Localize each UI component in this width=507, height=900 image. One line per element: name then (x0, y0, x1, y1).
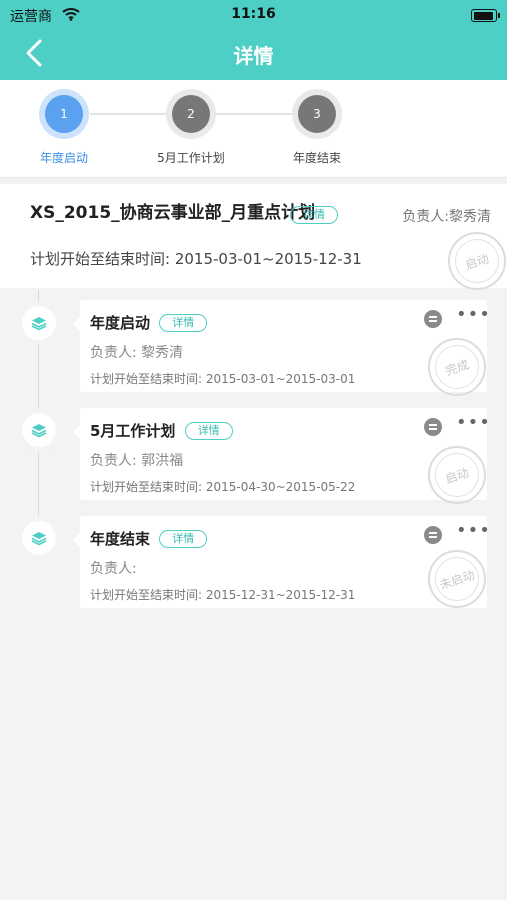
task-card[interactable]: 年度结束 详情 负责人: 计划开始至结束时间: 2015-12-31~2015-… (73, 516, 490, 608)
task-detail-button[interactable]: 详情 (184, 422, 233, 440)
task-detail-button[interactable]: 详情 (159, 314, 208, 332)
task-card[interactable]: 5月工作计划 详情 负责人: 郭洪福 计划开始至结束时间: 2015-04-30… (73, 408, 490, 504)
more-options-icon[interactable]: ••• (456, 414, 491, 432)
step-1[interactable]: 1 年度启动 (9, 89, 119, 166)
step-label: 5月工作计划 (157, 151, 225, 165)
task-detail-button[interactable]: 详情 (159, 530, 208, 548)
navigation-bar: 运营商 11:16 详情 (0, 0, 507, 80)
plan-owner: 负责人:黎秀清 (402, 209, 491, 225)
layers-icon (22, 521, 56, 555)
plan-date-range: 计划开始至结束时间: 2015-03-01~2015-12-31 (30, 250, 362, 268)
layers-icon (22, 306, 56, 340)
task-title: 年度结束 详情 (90, 528, 208, 549)
collapse-icon[interactable] (424, 418, 442, 436)
task-date-range: 计划开始至结束时间: 2015-04-30~2015-05-22 (90, 480, 356, 494)
battery-icon (471, 9, 500, 22)
collapse-icon[interactable] (424, 310, 442, 328)
task-title: 年度启动 详情 (90, 312, 208, 333)
page-title: 详情 (233, 44, 274, 68)
task-owner: 负责人: (90, 561, 137, 577)
task-title-text: 5月工作计划 (90, 422, 176, 440)
step-number: 1 (45, 95, 83, 133)
plan-title-text: XS_2015_协商云事业部_月重点计划 (30, 203, 316, 223)
task-owner: 负责人: 郭洪福 (90, 453, 184, 469)
plan-detail-button[interactable]: 详情 (290, 206, 338, 224)
layers-icon (22, 413, 56, 447)
task-title-text: 年度结束 (90, 530, 151, 548)
status-stamp: 完成 (428, 338, 486, 396)
clock-label: 11:16 (231, 6, 276, 22)
task-owner: 负责人: 黎秀清 (90, 345, 184, 361)
task-date-range: 计划开始至结束时间: 2015-12-31~2015-12-31 (90, 588, 356, 602)
status-bar: 运营商 11:16 (0, 4, 507, 26)
task-date-range: 计划开始至结束时间: 2015-03-01~2015-03-01 (90, 372, 356, 386)
task-card[interactable]: 年度启动 详情 负责人: 黎秀清 计划开始至结束时间: 2015-03-01~2… (73, 300, 490, 396)
status-stamp: 启动 (428, 446, 486, 504)
status-stamp: 未启动 (428, 550, 486, 608)
step-label: 年度结束 (292, 151, 341, 165)
step-number: 2 (172, 95, 210, 133)
step-label: 年度启动 (39, 151, 88, 165)
step-number: 3 (298, 95, 336, 133)
step-2[interactable]: 2 5月工作计划 (136, 89, 246, 166)
collapse-icon[interactable] (424, 526, 442, 544)
more-options-icon[interactable]: ••• (456, 522, 491, 540)
status-stamp: 启动 (448, 232, 506, 290)
more-options-icon[interactable]: ••• (456, 306, 491, 324)
step-3[interactable]: 3 年度结束 (262, 89, 372, 166)
task-title: 5月工作计划 详情 (90, 420, 233, 441)
progress-stepper: 1 年度启动 2 5月工作计划 3 年度结束 (0, 80, 507, 178)
plan-summary-card: XS_2015_协商云事业部_月重点计划 详情 负责人:黎秀清 计划开始至结束时… (0, 184, 507, 290)
task-title-text: 年度启动 (90, 314, 151, 332)
